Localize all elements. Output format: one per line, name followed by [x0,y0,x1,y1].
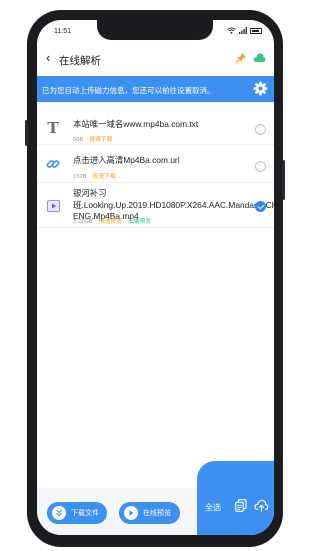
action-panel: 全选 [197,461,274,535]
fast-download-tag[interactable]: 极速下载 [89,137,112,143]
download-label: 下载文件 [71,510,99,517]
auto-upload-banner: 已为您自动上传磁力信息，您还可以前往设置取消。 [37,76,274,102]
header-actions [235,52,266,64]
play-icon [124,506,138,520]
file-row[interactable]: 银河补习班.Looking.Up.2019.HD1080P.X264.AAC.M… [37,184,274,228]
select-radio[interactable] [255,161,266,172]
header: ‹ 在线解析 [37,44,274,74]
select-radio-checked[interactable] [255,201,266,212]
notch [97,20,213,40]
text-file-icon: T [45,119,61,137]
banner-text: 已为您自动上传磁力信息，您还可以前往设置取消。 [42,86,215,95]
select-all-button[interactable]: 全选 [205,502,221,513]
upload-cloud-icon[interactable] [254,499,269,512]
gear-icon[interactable] [253,81,268,96]
side-button [25,120,28,146]
link-icon [45,156,61,172]
fast-download-tag[interactable]: 极速下载 [93,174,116,180]
side-button [282,160,285,200]
file-size: 3.22GB [73,219,93,225]
file-meta: 3.22GB 极速预览 云端预览 [73,216,151,225]
fast-preview-tag[interactable]: 极速预览 [99,219,122,225]
preview-button[interactable]: 在线预览 [119,502,180,524]
file-name: 点击进入高清Mp4Ba.com.url [73,155,180,165]
pin-icon[interactable] [235,52,247,64]
download-icon [52,506,66,520]
wifi-icon [227,27,236,34]
signal-icon [239,27,247,34]
download-button[interactable]: 下载文件 [47,502,107,524]
file-row[interactable]: T 本站唯一域名www.mp4ba.com.txt 50B 极速下载 [37,111,274,145]
file-size: 50B [73,137,84,143]
page-title: 在线解析 [59,55,101,67]
file-meta: 152B 极速下载 [73,171,116,180]
text-file-glyph: T [47,119,59,137]
status-icons [227,27,262,34]
file-size: 152B [73,174,87,180]
battery-icon [250,27,262,34]
preview-label: 在线预览 [143,510,171,517]
cloud-preview-tag[interactable]: 云端预览 [128,219,151,225]
file-name: 本站唯一域名www.mp4ba.com.txt [73,119,199,129]
screen: 11:51 ‹ 在线解析 已为您自动上传磁力信息，您还可以前往设置取消。 T 本… [37,20,274,535]
status-time: 11:51 [54,28,71,35]
file-row[interactable]: 点击进入高清Mp4Ba.com.url 152B 极速下载 [37,146,274,183]
back-icon[interactable]: ‹ [46,50,50,65]
select-radio[interactable] [255,124,266,135]
video-icon [45,198,61,214]
file-meta: 50B 极速下载 [73,134,113,143]
copy-icon[interactable] [235,499,247,512]
cloud-icon[interactable] [253,52,266,63]
